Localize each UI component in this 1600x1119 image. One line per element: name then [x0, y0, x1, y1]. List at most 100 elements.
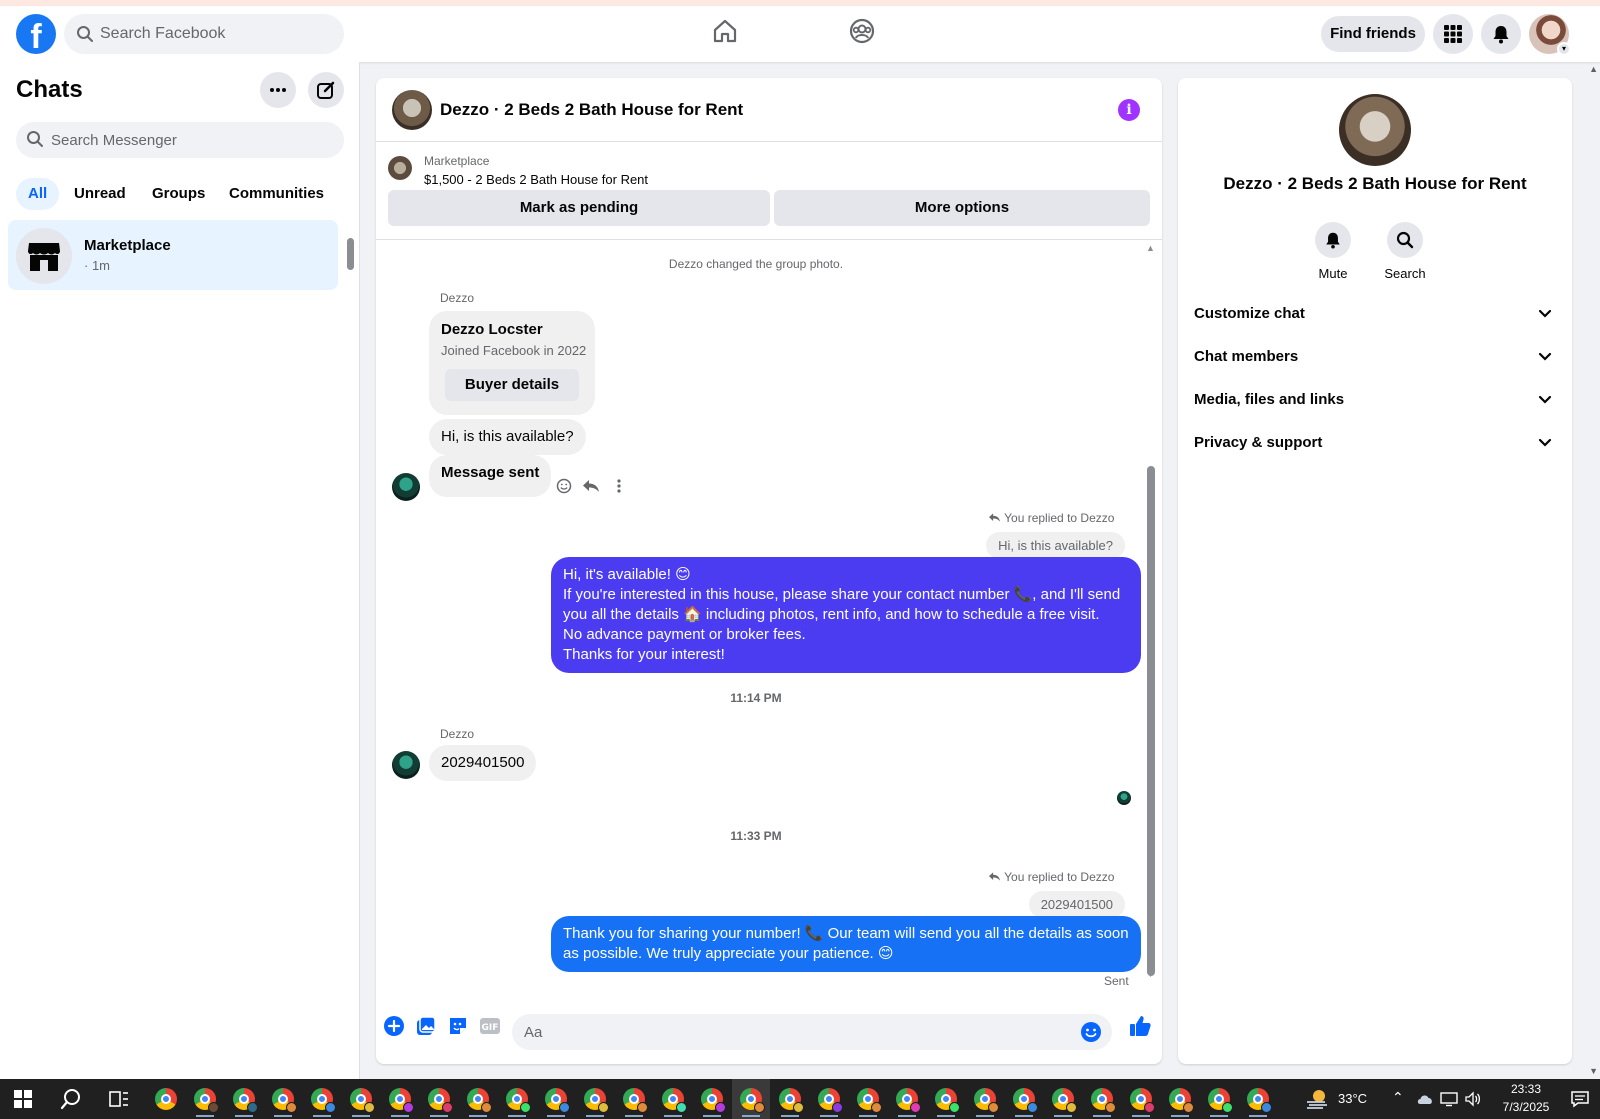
info-icon[interactable]: i	[1118, 99, 1140, 121]
outgoing-message[interactable]: Thank you for sharing your number! 📞 Our…	[551, 916, 1141, 972]
message-input-box[interactable]	[512, 1014, 1112, 1050]
notifications-bell-icon[interactable]	[1481, 14, 1521, 54]
sticker-icon[interactable]	[448, 1016, 468, 1041]
chrome-profile-icon[interactable]	[615, 1079, 653, 1119]
outgoing-message[interactable]: Hi, it's available! 😊 If you're interest…	[551, 557, 1141, 673]
quoted-message[interactable]: Hi, is this available?	[986, 532, 1125, 559]
buyer-details-button[interactable]: Buyer details	[445, 369, 579, 401]
scroll-thumb[interactable]	[1147, 466, 1155, 976]
conversation-avatar[interactable]	[392, 90, 432, 130]
reply-icon[interactable]	[582, 478, 600, 499]
page-scroll-up-icon[interactable]: ▲	[1589, 64, 1598, 74]
facebook-search[interactable]	[64, 14, 344, 54]
clock-time[interactable]: 23:33	[1500, 1082, 1552, 1096]
filter-communities[interactable]: Communities	[217, 178, 336, 210]
groups-icon[interactable]	[849, 18, 875, 49]
profile-avatar[interactable]: ▾	[1529, 14, 1571, 56]
incoming-message[interactable]: 2029401500	[429, 745, 537, 781]
messenger-search-input[interactable]	[51, 122, 331, 158]
chrome-profile-icon[interactable]	[1239, 1079, 1277, 1119]
menu-grid-icon[interactable]	[1433, 14, 1473, 54]
onedrive-icon[interactable]	[1412, 1079, 1438, 1119]
thread-scrollbar[interactable]: ▲ ▼	[1144, 241, 1158, 996]
filter-all[interactable]: All	[16, 178, 60, 210]
chrome-profile-icon[interactable]	[927, 1079, 965, 1119]
incoming-message[interactable]: Hi, is this available?	[429, 419, 586, 455]
chrome-profile-icon[interactable]	[1044, 1079, 1082, 1119]
weather-icon[interactable]	[1298, 1079, 1336, 1119]
chrome-profile-icon[interactable]	[1005, 1079, 1043, 1119]
chrome-profile-icon[interactable]	[1083, 1079, 1121, 1119]
chrome-profile-icon[interactable]	[342, 1079, 380, 1119]
chrome-profile-icon[interactable]	[654, 1079, 692, 1119]
task-view-icon[interactable]	[100, 1079, 138, 1119]
chat-info-avatar[interactable]	[1339, 94, 1411, 166]
chrome-profile-icon[interactable]	[1200, 1079, 1238, 1119]
filter-groups[interactable]: Groups	[140, 178, 217, 210]
scroll-up-arrow-icon[interactable]: ▲	[1146, 243, 1155, 253]
page-scroll-down-icon[interactable]: ▼	[1589, 1066, 1598, 1076]
chat-options-button[interactable]	[260, 72, 296, 108]
chrome-profile-icon[interactable]	[966, 1079, 1004, 1119]
chrome-icon[interactable]	[147, 1079, 185, 1119]
volume-icon[interactable]	[1460, 1079, 1486, 1119]
quoted-message[interactable]: 2029401500	[1028, 891, 1125, 918]
chat-list-item-marketplace[interactable]: Marketplace · 1m	[8, 220, 338, 290]
message-input[interactable]	[524, 1014, 1064, 1050]
clock-date[interactable]: 7/3/2025	[1493, 1100, 1559, 1114]
chrome-profile-icon[interactable]	[303, 1079, 341, 1119]
chat-members-section[interactable]: Chat members	[1194, 337, 1556, 377]
chrome-profile-icon[interactable]	[576, 1079, 614, 1119]
messenger-search[interactable]	[16, 122, 344, 158]
weather-temperature[interactable]: 33°C	[1338, 1091, 1367, 1106]
conversation-title[interactable]: Dezzo · 2 Beds 2 Bath House for Rent	[440, 100, 743, 120]
chrome-profile-icon[interactable]	[888, 1079, 926, 1119]
privacy-support-section[interactable]: Privacy & support	[1194, 423, 1556, 463]
more-options-button[interactable]: More options	[774, 190, 1150, 226]
chrome-profile-icon-active[interactable]	[732, 1079, 770, 1119]
chrome-profile-icon[interactable]	[186, 1079, 224, 1119]
more-vertical-icon[interactable]	[616, 478, 622, 499]
like-thumbs-up-icon[interactable]	[1128, 1014, 1152, 1043]
search-action[interactable]: Search	[1370, 222, 1440, 281]
listing-thumbnail[interactable]	[388, 156, 412, 180]
chrome-profile-icon[interactable]	[771, 1079, 809, 1119]
scroll-thumb[interactable]	[347, 238, 354, 270]
filter-unread[interactable]: Unread	[62, 178, 138, 210]
facebook-logo-icon[interactable]: f	[16, 14, 56, 54]
chrome-profile-icon[interactable]	[1122, 1079, 1160, 1119]
facebook-search-input[interactable]	[100, 14, 330, 54]
show-hidden-icons-chevron-icon[interactable]: ⌃	[1392, 1089, 1404, 1106]
incoming-message[interactable]: Message sent	[429, 455, 552, 497]
network-icon[interactable]	[1436, 1079, 1462, 1119]
chrome-profile-icon[interactable]	[459, 1079, 497, 1119]
bell-icon[interactable]	[1315, 222, 1351, 258]
chrome-profile-icon[interactable]	[498, 1079, 536, 1119]
gif-icon[interactable]: GIF	[479, 1016, 501, 1041]
photo-attach-icon[interactable]	[416, 1016, 436, 1041]
chrome-profile-icon[interactable]	[810, 1079, 848, 1119]
emoji-icon[interactable]	[1080, 1021, 1102, 1048]
sender-avatar[interactable]	[392, 473, 420, 501]
mute-action[interactable]: Mute	[1298, 222, 1368, 281]
sender-avatar[interactable]	[392, 751, 420, 779]
scroll-down-arrow-icon[interactable]: ▼	[1146, 969, 1155, 979]
chrome-profile-icon[interactable]	[420, 1079, 458, 1119]
chrome-profile-icon[interactable]	[381, 1079, 419, 1119]
listing-title[interactable]: $1,500 - 2 Beds 2 Bath House for Rent	[424, 172, 648, 187]
chevron-down-icon[interactable]	[1538, 423, 1552, 479]
new-message-button[interactable]	[308, 72, 344, 108]
chrome-profile-icon[interactable]	[1161, 1079, 1199, 1119]
add-plus-icon[interactable]	[384, 1016, 404, 1041]
customize-chat-section[interactable]: Customize chat	[1194, 294, 1556, 334]
taskbar-search-icon[interactable]	[52, 1079, 90, 1119]
notification-center-icon[interactable]	[1562, 1079, 1598, 1119]
search-icon[interactable]	[1387, 222, 1423, 258]
mark-as-pending-button[interactable]: Mark as pending	[388, 190, 770, 226]
home-icon[interactable]	[712, 18, 738, 49]
chrome-profile-icon[interactable]	[264, 1079, 302, 1119]
find-friends-button[interactable]: Find friends	[1321, 16, 1425, 52]
chat-list-scrollbar[interactable]	[346, 224, 354, 284]
chrome-profile-icon[interactable]	[537, 1079, 575, 1119]
react-emoji-icon[interactable]	[556, 478, 572, 499]
